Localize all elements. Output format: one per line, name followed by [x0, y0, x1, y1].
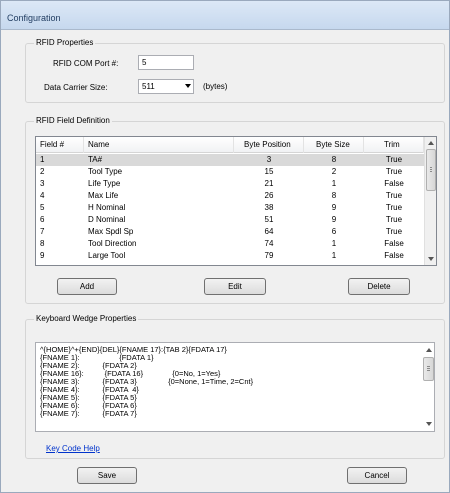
keyboard-wedge-label: Keyboard Wedge Properties — [34, 314, 139, 323]
cell-byte-position: 3 — [266, 155, 272, 164]
scroll-thumb[interactable] — [423, 357, 434, 381]
scroll-up-icon[interactable] — [425, 138, 436, 148]
field-table[interactable]: Field # Name Byte Position Byte Size Tri… — [35, 136, 437, 266]
cell-field: 9 — [40, 251, 45, 260]
table-row[interactable]: 3 Life Type 21 1 False — [36, 178, 424, 190]
chevron-down-icon — [185, 84, 191, 88]
table-row[interactable]: 8 Tool Direction 74 1 False — [36, 238, 424, 250]
cell-name: Large Tool — [88, 251, 126, 260]
wedge-scrollbar[interactable] — [422, 343, 434, 431]
cell-byte-size: 1 — [331, 251, 337, 260]
rfid-properties-group: RFID Properties RFID COM Port #: 5 Data … — [25, 38, 445, 103]
cell-trim: True — [385, 167, 403, 176]
delete-button[interactable]: Delete — [348, 278, 410, 295]
cell-name: H Nominal — [88, 203, 126, 212]
cell-name: Max Life — [88, 191, 119, 200]
carrier-size-value: 511 — [142, 82, 155, 91]
table-row[interactable]: 5 H Nominal 38 9 True — [36, 202, 424, 214]
field-definition-group: RFID Field Definition Field # Name Byte … — [25, 116, 445, 304]
com-port-label: RFID COM Port #: — [53, 59, 119, 68]
carrier-size-label: Data Carrier Size: — [44, 83, 108, 92]
cell-trim: True — [385, 191, 403, 200]
cell-byte-size: 1 — [331, 239, 337, 248]
cancel-button[interactable]: Cancel — [347, 467, 407, 484]
cell-field: 8 — [40, 239, 45, 248]
cell-trim: False — [384, 179, 404, 188]
key-code-help-link[interactable]: Key Code Help — [46, 444, 100, 453]
cell-name: Max Spdl Sp — [88, 227, 134, 236]
table-scrollbar[interactable] — [424, 137, 436, 265]
cell-field: 4 — [40, 191, 45, 200]
cell-byte-position: 79 — [264, 251, 274, 260]
cell-field: 2 — [40, 167, 45, 176]
column-header-field[interactable]: Field # — [36, 137, 84, 153]
field-definition-label: RFID Field Definition — [34, 116, 112, 125]
cell-byte-position: 51 — [264, 215, 274, 224]
cell-field: 5 — [40, 203, 45, 212]
wedge-line: {FNAME 7}: {FDATA 7} — [40, 409, 137, 418]
table-row[interactable]: 2 Tool Type 15 2 True — [36, 166, 424, 178]
cell-byte-size: 1 — [331, 179, 337, 188]
scroll-up-icon[interactable] — [422, 345, 434, 355]
scroll-down-icon[interactable] — [425, 254, 436, 264]
cell-trim: False — [384, 239, 404, 248]
com-port-input[interactable]: 5 — [138, 55, 194, 70]
cell-byte-size: 9 — [331, 203, 337, 212]
carrier-size-unit: (bytes) — [203, 82, 228, 91]
cell-field: 7 — [40, 227, 45, 236]
cell-name: TA# — [88, 155, 103, 164]
keyboard-wedge-textarea[interactable]: ^{HOME}^+{END}{DEL}{FNAME 17}:{TAB 2}{FD… — [35, 342, 435, 432]
table-row[interactable]: 4 Max Life 26 8 True — [36, 190, 424, 202]
cell-name: Life Type — [88, 179, 121, 188]
edit-button[interactable]: Edit — [204, 278, 266, 295]
title-bar: Configuration — [1, 1, 449, 30]
add-button[interactable]: Add — [57, 278, 117, 295]
cell-trim: True — [385, 155, 403, 164]
cell-byte-size: 6 — [331, 227, 337, 236]
configuration-window: Configuration RFID Properties RFID COM P… — [0, 0, 450, 493]
table-row[interactable]: 9 Large Tool 79 1 False — [36, 250, 424, 262]
column-header-name[interactable]: Name — [84, 137, 234, 153]
scroll-down-icon[interactable] — [422, 419, 434, 429]
cell-name: Tool Direction — [88, 239, 137, 248]
cell-name: Tool Type — [88, 167, 123, 176]
cell-field: 1 — [40, 155, 45, 164]
cell-byte-position: 26 — [264, 191, 274, 200]
column-header-byte-size[interactable]: Byte Size — [304, 137, 364, 153]
table-row[interactable]: 6 D Nominal 51 9 True — [36, 214, 424, 226]
carrier-size-select[interactable]: 511 — [138, 79, 194, 94]
save-button[interactable]: Save — [77, 467, 137, 484]
window-title: Configuration — [7, 13, 61, 23]
cell-byte-position: 38 — [264, 203, 274, 212]
cell-byte-position: 15 — [264, 167, 274, 176]
rfid-properties-label: RFID Properties — [34, 38, 96, 47]
cell-trim: True — [385, 227, 403, 236]
cell-byte-size: 8 — [331, 191, 337, 200]
cell-trim: True — [385, 215, 403, 224]
cell-byte-position: 74 — [264, 239, 274, 248]
table-row[interactable]: 7 Max Spdl Sp 64 6 True — [36, 226, 424, 238]
table-header: Field # Name Byte Position Byte Size Tri… — [36, 137, 424, 153]
keyboard-wedge-group: Keyboard Wedge Properties ^{HOME}^+{END}… — [25, 314, 445, 459]
cell-byte-size: 8 — [331, 155, 337, 164]
cell-trim: True — [385, 203, 403, 212]
column-header-byte-position[interactable]: Byte Position — [234, 137, 304, 153]
cell-byte-position: 21 — [264, 179, 274, 188]
column-header-trim[interactable]: Trim — [364, 137, 424, 153]
cell-field: 3 — [40, 179, 45, 188]
cell-byte-size: 9 — [331, 215, 337, 224]
cell-trim: False — [384, 251, 404, 260]
cell-byte-size: 2 — [331, 167, 337, 176]
cell-name: D Nominal — [88, 215, 126, 224]
cell-byte-position: 64 — [264, 227, 274, 236]
cell-field: 6 — [40, 215, 45, 224]
scroll-thumb[interactable] — [426, 149, 436, 191]
table-row[interactable]: 1 TA# 3 8 True — [36, 154, 424, 166]
